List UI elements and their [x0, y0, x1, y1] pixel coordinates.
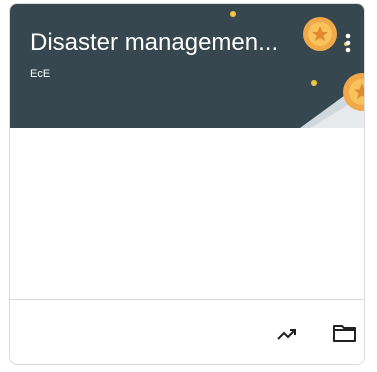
open-gradebook-button[interactable] [272, 318, 302, 348]
more-vert-icon [345, 33, 351, 53]
banner-illustration [230, 11, 364, 128]
card-header-banner[interactable]: Disaster managemen... EcE [10, 4, 364, 128]
course-card[interactable]: Disaster managemen... EcE [9, 3, 365, 365]
card-body [10, 128, 364, 299]
trending-up-icon [277, 329, 296, 340]
course-title[interactable]: Disaster managemen... [30, 28, 320, 58]
more-options-button[interactable] [336, 29, 360, 57]
course-section[interactable]: EcE [30, 67, 50, 81]
card-footer [10, 299, 364, 364]
folder-icon [333, 325, 356, 342]
open-folder-button[interactable] [330, 318, 360, 348]
